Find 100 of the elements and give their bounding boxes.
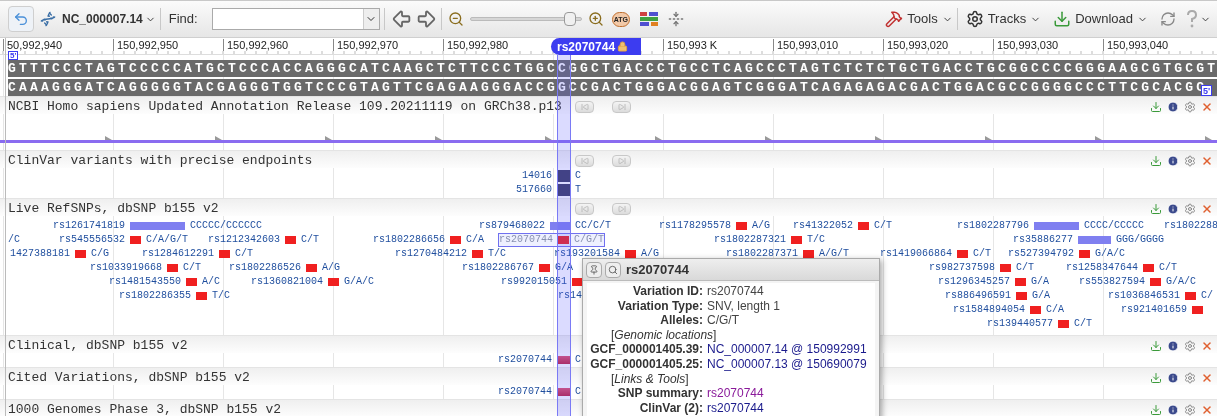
settings-icon[interactable]	[1184, 371, 1196, 384]
info-icon[interactable]	[1167, 339, 1179, 352]
variant-label[interactable]: rs1033919668	[90, 262, 162, 274]
tracks-menu[interactable]: Tracks	[965, 9, 1042, 29]
variant-label[interactable]: rs1258347644	[1066, 262, 1138, 274]
info-icon[interactable]	[1167, 202, 1179, 215]
close-icon[interactable]	[1201, 100, 1213, 113]
zoom-slider[interactable]	[469, 12, 582, 26]
variant-label[interactable]: rs1284612291	[142, 248, 214, 260]
variant-label[interactable]: rs1802286355	[119, 290, 191, 302]
variant-label[interactable]: rs553827594	[1079, 276, 1145, 288]
close-icon[interactable]	[1201, 154, 1213, 167]
variant-label[interactable]: rs14	[558, 290, 582, 302]
info-icon[interactable]	[1167, 100, 1179, 113]
variant-label[interactable]: rs139440577	[987, 318, 1053, 330]
pin-button[interactable]	[586, 261, 602, 278]
variant-label[interactable]: rs1802287371	[726, 248, 798, 260]
gene-feature-drawing[interactable]	[0, 134, 1217, 146]
download-icon[interactable]	[1150, 202, 1162, 215]
variant-label[interactable]: rs35886277	[1013, 234, 1073, 246]
variant-label[interactable]: rs2070744	[498, 386, 552, 398]
variant-label[interactable]: rs1419066864	[880, 248, 952, 260]
download-icon[interactable]	[1150, 100, 1162, 113]
variant-label[interactable]: rs41322052	[793, 220, 853, 232]
variant-label[interactable]: rs1296345257	[938, 276, 1010, 288]
last-feature-button[interactable]	[612, 100, 631, 113]
variant-label[interactable]: rs1360821004	[251, 276, 323, 288]
snv-bar[interactable]	[803, 250, 814, 258]
settings-icon[interactable]	[1184, 339, 1196, 352]
variant-label[interactable]: rs1802287321	[714, 234, 786, 246]
variant-bar[interactable]	[557, 388, 570, 396]
first-feature-button[interactable]	[575, 100, 594, 113]
position-marker[interactable]: rs2070744	[551, 38, 641, 55]
zoom-out-button[interactable]	[447, 11, 464, 27]
info-icon[interactable]	[1167, 154, 1179, 167]
field-link[interactable]: rs2070744	[707, 386, 875, 401]
clinvar-bar[interactable]	[557, 170, 570, 182]
back-button[interactable]	[8, 6, 34, 32]
variant-label[interactable]: rs1261741819	[53, 220, 125, 232]
info-icon[interactable]	[1167, 403, 1179, 416]
variant-label[interactable]: rs1802286526	[229, 262, 301, 274]
close-icon[interactable]	[1201, 371, 1213, 384]
clinvar-bar[interactable]	[557, 184, 570, 196]
variant-label[interactable]: rs1178295578	[659, 220, 731, 232]
variant-label[interactable]: rs1036846531	[1108, 290, 1180, 302]
close-icon[interactable]	[1201, 202, 1213, 215]
refresh-button[interactable]	[1160, 11, 1176, 27]
collapse-icon[interactable]	[667, 11, 684, 27]
refresh-icon	[1160, 11, 1176, 27]
settings-icon[interactable]	[1184, 154, 1196, 167]
field-link[interactable]: NC_000007.13 @ 150690079	[707, 356, 875, 372]
variant-label[interactable]: rs1212342603	[208, 234, 280, 246]
previous-button[interactable]	[390, 8, 413, 30]
variant-label[interactable]: rs1802286656	[373, 234, 445, 246]
download-icon[interactable]	[1150, 371, 1162, 384]
variant-label[interactable]: rs2070744	[498, 354, 552, 366]
settings-icon[interactable]	[1184, 403, 1196, 416]
variant-label[interactable]: rs982737598	[929, 262, 995, 274]
last-feature-button[interactable]	[612, 202, 631, 215]
variant-label[interactable]: rs1802287796	[957, 220, 1029, 232]
first-feature-button[interactable]	[575, 202, 594, 215]
settings-icon[interactable]	[1184, 100, 1196, 113]
track-colors-icon[interactable]	[639, 12, 658, 26]
last-feature-button[interactable]	[612, 154, 631, 167]
zoom-in-button[interactable]	[587, 11, 604, 27]
field-link[interactable]: rs2070744	[707, 400, 875, 416]
snv-bar[interactable]	[625, 250, 636, 258]
slider-thumb[interactable]	[564, 12, 577, 26]
variant-label[interactable]: rs1802288	[1164, 220, 1217, 232]
variant-label[interactable]: rs921401659	[1121, 304, 1187, 316]
settings-icon[interactable]	[1184, 202, 1196, 215]
variant-label[interactable]: 517660	[516, 184, 552, 196]
allele-label: C/T	[235, 248, 254, 260]
tools-menu[interactable]: Tools	[885, 9, 953, 29]
variant-label[interactable]: 14016	[522, 170, 552, 182]
variant-label[interactable]: rs1481543550	[109, 276, 181, 288]
variant-label[interactable]: rs527394792	[1008, 248, 1074, 260]
sequence-dropdown[interactable]: NC_000007.14	[62, 10, 156, 28]
search-button[interactable]	[605, 261, 621, 278]
first-feature-button[interactable]	[575, 154, 594, 167]
info-icon[interactable]	[1167, 371, 1179, 384]
download-icon[interactable]	[1150, 403, 1162, 416]
variant-label[interactable]: 1427388181	[10, 248, 70, 260]
variant-bar[interactable]	[557, 356, 570, 364]
field-link[interactable]: NC_000007.14 @ 150992991	[707, 342, 875, 357]
download-menu[interactable]: Download	[1053, 9, 1148, 29]
variant-label[interactable]: rs1270484212	[395, 248, 467, 260]
variant-label[interactable]: rs545556532	[59, 234, 125, 246]
find-field[interactable]	[211, 8, 380, 30]
download-icon[interactable]	[1150, 154, 1162, 167]
help-menu[interactable]	[1186, 10, 1211, 28]
download-icon[interactable]	[1150, 339, 1162, 352]
variant-label[interactable]: rs886496591	[945, 290, 1011, 302]
close-icon[interactable]	[1201, 339, 1213, 352]
variant-label[interactable]: rs879468022	[479, 220, 545, 232]
snv-bar[interactable]	[572, 278, 583, 286]
variant-label[interactable]: rs1802286767	[462, 262, 534, 274]
variant-label[interactable]: rs1584894054	[953, 304, 1025, 316]
close-icon[interactable]	[1201, 403, 1213, 416]
indel-bar[interactable]	[550, 222, 570, 230]
